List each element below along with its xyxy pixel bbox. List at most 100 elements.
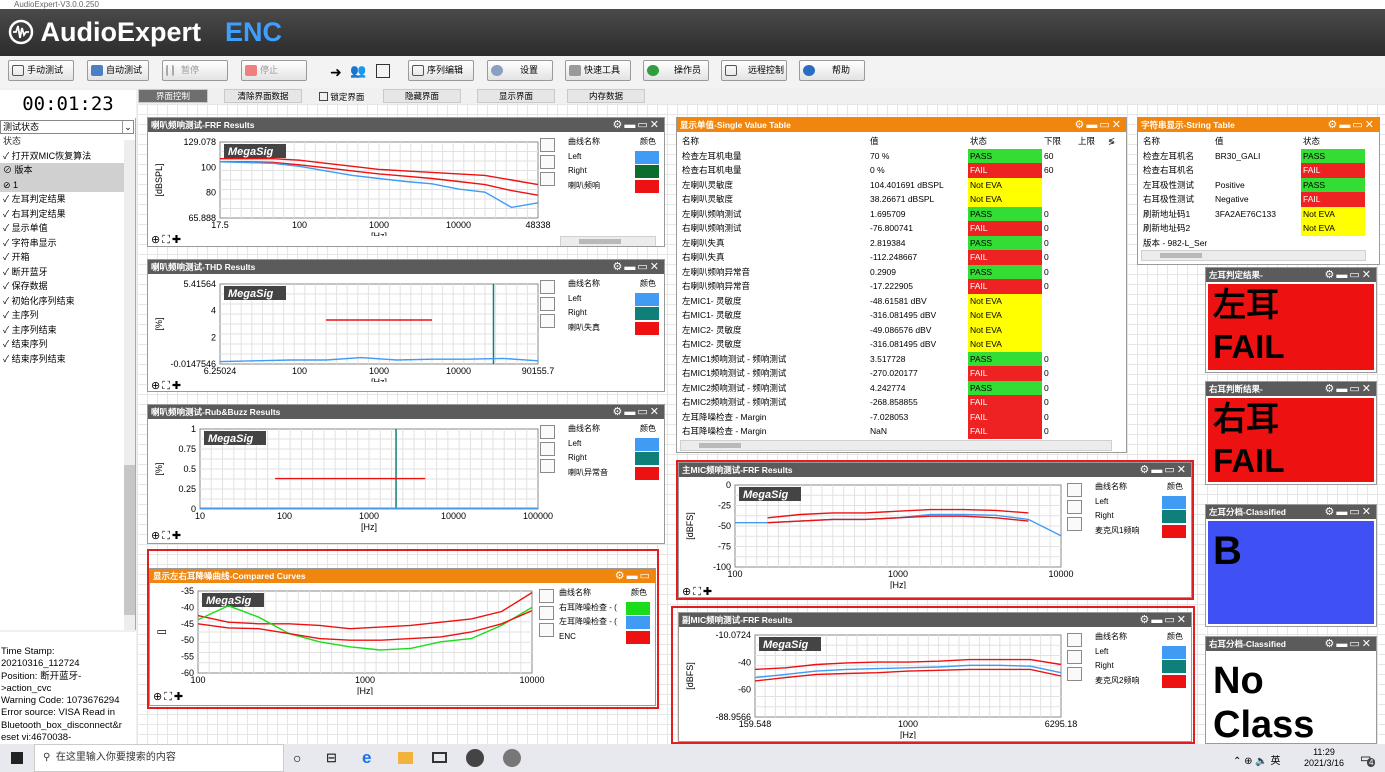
tab-memory-data[interactable]: 内存数据 [567, 89, 645, 103]
panel-controls[interactable]: ⚙▬▭✕ [613, 260, 661, 274]
left-scrollbar-thumb[interactable] [124, 465, 135, 615]
table-row[interactable]: 右MIC2- 灵敏度 -316.081495 dBV Not EVA [680, 337, 1117, 352]
lock-interface-checkbox[interactable]: 锁定界面 [319, 91, 364, 103]
taskbar-clock[interactable]: 11:29 2021/3/16 [1302, 747, 1346, 769]
sequence-step[interactable]: ✓ 保存数据 [0, 279, 135, 294]
sequence-step[interactable]: ✓ 结束序列 [0, 337, 135, 352]
table-row[interactable]: 右耳极性测试 Negative FAIL [1141, 192, 1365, 207]
column-header[interactable]: 名称 [680, 134, 868, 149]
panel-controls[interactable]: ⚙▬▭✕ [613, 118, 661, 132]
sequence-step[interactable]: ✓ 初始化序列结束 [0, 294, 135, 309]
tool-icon[interactable] [540, 314, 555, 328]
table-row[interactable]: 版本 - 982-L_Ser [1141, 236, 1365, 251]
legend-item[interactable]: Right [566, 451, 662, 466]
column-header[interactable]: 值 [1213, 134, 1301, 149]
frf-chart[interactable]: 129.0781008065.88817.5 100 1000 10000 48338[… [148, 132, 560, 236]
legend-item[interactable]: Left [566, 150, 662, 165]
sequence-step[interactable]: ✓ 显示单值 [0, 221, 135, 236]
table-row[interactable]: 检查右耳机名 FAIL [1141, 163, 1365, 178]
table-row[interactable]: 左MIC2- 灵敏度 -49.086576 dBV Not EVA [680, 322, 1117, 337]
sequence-edit-button[interactable]: 序列编辑 [408, 60, 474, 81]
tool-icon[interactable] [540, 280, 555, 294]
column-header[interactable]: 值 [868, 134, 968, 149]
manual-test-button[interactable]: 手动测试 [8, 60, 74, 81]
sequence-step[interactable]: ✓ 断开蓝牙 [0, 265, 135, 280]
rub-title[interactable]: 喇叭频响测试-Rub&Buzz Results [148, 405, 664, 419]
table-row[interactable]: 左MIC2频响测试 - 频响测试 4.242774 PASS 0 [680, 380, 1117, 395]
panel-controls[interactable]: ⚙▬▭✕ [1075, 118, 1123, 132]
column-header[interactable]: 名称 [1141, 134, 1213, 149]
table-row[interactable]: 右耳降噪检查 - Margin NaN FAIL 0 [680, 424, 1117, 439]
column-header[interactable]: ≶ [1106, 134, 1117, 149]
file-explorer-icon[interactable] [398, 752, 413, 764]
table-row[interactable]: 右喇叭频响异常音 -17.222905 FAIL 0 [680, 279, 1117, 294]
table-row[interactable]: 刷新地址码1 3FA2AE76C133 Not EVA [1141, 206, 1365, 221]
frf-title[interactable]: 喇叭频响测试-FRF Results [148, 118, 664, 132]
table-row[interactable]: 检查右耳机电量 0 % FAIL 60 [680, 163, 1117, 178]
legend-item[interactable]: Right [566, 164, 662, 179]
sequence-step[interactable]: ✓ 右耳判定结果 [0, 207, 135, 222]
tray-icons[interactable]: ⌃ ⊕ 🔈 英 [1233, 752, 1281, 767]
tool-icon[interactable] [540, 138, 555, 152]
svt-scrollbar[interactable] [680, 440, 1112, 451]
users-icon[interactable]: 👥 [350, 63, 366, 79]
quick-tools-button[interactable]: 快速工具 [565, 60, 631, 81]
pause-button[interactable]: 暂停 [162, 60, 228, 81]
sequence-step[interactable]: ⊘ 1 [0, 177, 135, 192]
tab-interface-control[interactable]: 界面控制 [138, 89, 208, 103]
panel-controls[interactable]: ⚙▬▭✕ [1325, 505, 1373, 519]
column-header[interactable]: 状态 [1301, 134, 1365, 149]
tool-icon[interactable] [540, 172, 555, 186]
tool-icon[interactable] [540, 297, 555, 311]
tool-icon[interactable] [540, 155, 555, 169]
task-view-icon[interactable]: ○ [293, 750, 301, 766]
operator-button[interactable]: 操作员 [643, 60, 709, 81]
sequence-step[interactable]: ✓ 开箱 [0, 250, 135, 265]
legend-item[interactable]: Left [566, 292, 662, 307]
zoom-tools-icon[interactable]: ⊕⛶✚ [151, 380, 183, 391]
panel-controls[interactable]: ⚙▬▭✕ [1325, 637, 1373, 651]
taskbar-app-icon[interactable] [503, 749, 521, 767]
column-header[interactable]: 上限 [1076, 134, 1106, 149]
table-row[interactable]: 右MIC1- 灵敏度 -316.081495 dBV Not EVA [680, 308, 1117, 323]
tab-show-interface[interactable]: 显示界面 [477, 89, 555, 103]
string-scrollbar[interactable] [1141, 250, 1366, 261]
help-button[interactable]: 帮助 [799, 60, 865, 81]
sequence-step[interactable]: ✓ 打开双MIC恢复算法 [0, 149, 135, 164]
mail-icon[interactable] [432, 752, 447, 763]
settings-button[interactable]: 设置 [487, 60, 553, 81]
sequence-step[interactable]: ⊘ 版本 [0, 163, 135, 178]
layout-icon[interactable] [376, 64, 390, 78]
logout-icon[interactable]: ➜ [330, 64, 342, 81]
legend-item[interactable]: Right [566, 306, 662, 321]
panel-controls[interactable]: ⚙▬▭✕ [613, 405, 661, 419]
remote-control-button[interactable]: 远程控制 [721, 60, 787, 81]
table-row[interactable]: 左耳降噪检查 - Margin -7.028053 FAIL 0 [680, 409, 1117, 424]
stop-button[interactable]: 停止 [241, 60, 307, 81]
tool-icon[interactable] [540, 442, 555, 456]
sequence-step[interactable]: ✓ 结束序列结束 [0, 352, 135, 367]
legend-item[interactable]: 喇叭异常音 [566, 466, 662, 481]
rub-chart[interactable]: 10.750.50.25010 100 1000 10000 100000[Hz][%]… [148, 419, 560, 533]
table-row[interactable]: 左喇叭频响测试 1.695709 PASS 0 [680, 206, 1117, 221]
zoom-tools-icon[interactable]: ⊕⛶✚ [151, 234, 183, 246]
legend-item[interactable]: 喇叭失真 [566, 321, 662, 336]
tab-clear-data[interactable]: 清除界面数据 [224, 89, 302, 103]
legend-item[interactable]: Left [566, 437, 662, 452]
table-row[interactable]: 右喇叭频响测试 -76.800741 FAIL 0 [680, 221, 1117, 236]
table-row[interactable]: 右MIC2频响测试 - 频响测试 -268.858855 FAIL 0 [680, 395, 1117, 410]
thd-chart[interactable]: 5.4156442-0.01475466.25024 100 1000 10000 90… [148, 274, 560, 382]
table-row[interactable]: 左喇叭失真 2.819384 PASS 0 [680, 235, 1117, 250]
column-header[interactable]: 下限 [1042, 134, 1076, 149]
table-row[interactable]: 左MIC1- 灵敏度 -48.61581 dBV Not EVA [680, 293, 1117, 308]
audioexpert-taskbar-icon[interactable] [466, 749, 484, 767]
table-row[interactable]: 左喇叭灵敏度 104.401691 dBSPL Not EVA [680, 177, 1117, 192]
svt-title[interactable]: 显示单值-Single Value Table [677, 118, 1126, 132]
zoom-tools-icon[interactable]: ⊕⛶✚ [151, 530, 183, 543]
windows-start-icon[interactable] [11, 752, 23, 764]
sequence-step[interactable]: ✓ 主序列 [0, 308, 135, 323]
sequence-step[interactable]: ✓ 左耳判定结果 [0, 192, 135, 207]
table-row[interactable]: 检查左耳机名 BR30_GALI PASS [1141, 148, 1365, 163]
table-row[interactable]: 左喇叭频响异常音 0.2909 PASS 0 [680, 264, 1117, 279]
table-row[interactable]: 检查左耳机电量 70 % PASS 60 [680, 148, 1117, 163]
